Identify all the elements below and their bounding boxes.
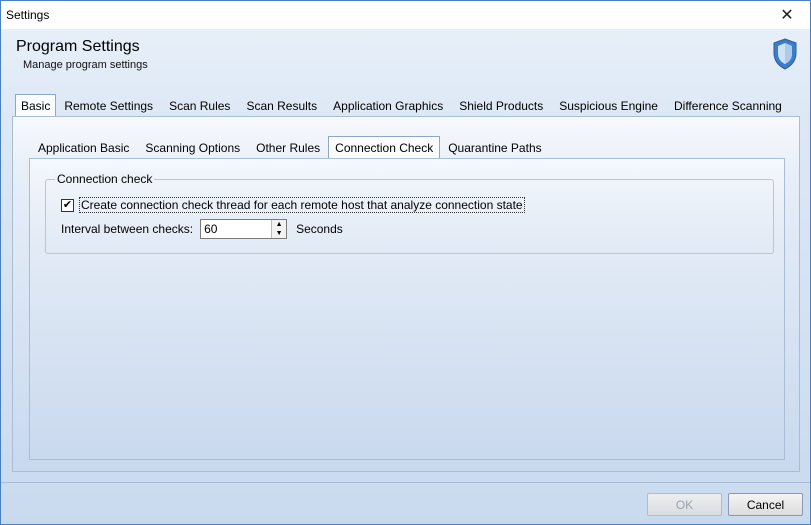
connection-check-option: ✔ Create connection check thread for eac…: [61, 197, 525, 213]
tab-quarantine-paths[interactable]: Quarantine Paths: [440, 137, 549, 159]
tab-application-graphics[interactable]: Application Graphics: [325, 95, 451, 117]
close-icon[interactable]: ✕: [764, 1, 810, 29]
connection-check-group: Connection check ✔ Create connection che…: [45, 172, 774, 254]
connection-thread-checkbox[interactable]: ✔: [61, 198, 74, 212]
interval-unit: Seconds: [296, 222, 343, 236]
footer-divider: [1, 482, 810, 483]
tab-difference-scanning[interactable]: Difference Scanning: [666, 95, 790, 117]
page-subtitle: Manage program settings: [23, 59, 148, 71]
outer-tab-strip: Basic Remote Settings Scan Rules Scan Re…: [15, 94, 790, 117]
interval-input[interactable]: 60: [201, 220, 271, 238]
tab-other-rules[interactable]: Other Rules: [248, 137, 328, 159]
group-label: Connection check: [55, 172, 155, 186]
interval-label: Interval between checks:: [61, 222, 194, 236]
cancel-button[interactable]: Cancel: [728, 493, 803, 516]
stepper-arrows: ▲ ▼: [271, 220, 287, 238]
basic-tab-panel: Application Basic Scanning Options Other…: [12, 116, 800, 472]
inner-tab-strip: Application Basic Scanning Options Other…: [30, 136, 550, 159]
tab-connection-check[interactable]: Connection Check: [328, 136, 441, 159]
tab-scanning-options[interactable]: Scanning Options: [137, 137, 248, 159]
window-title: Settings: [6, 8, 50, 22]
tab-shield-products[interactable]: Shield Products: [451, 95, 551, 117]
ok-button[interactable]: OK: [647, 493, 722, 516]
stepper-up-icon[interactable]: ▲: [272, 220, 286, 229]
tab-scan-rules[interactable]: Scan Rules: [161, 95, 238, 117]
header: Program Settings Manage program settings: [1, 29, 810, 85]
connection-check-panel: Connection check ✔ Create connection che…: [29, 158, 785, 460]
tab-remote-settings[interactable]: Remote Settings: [56, 95, 161, 117]
title-bar: Settings ✕: [1, 1, 810, 29]
tab-application-basic[interactable]: Application Basic: [30, 137, 137, 159]
stepper-down-icon[interactable]: ▼: [272, 229, 286, 238]
connection-thread-label[interactable]: Create connection check thread for each …: [79, 197, 525, 213]
tab-scan-results[interactable]: Scan Results: [238, 95, 325, 117]
tab-basic[interactable]: Basic: [15, 94, 57, 117]
settings-window: Settings ✕ Program Settings Manage progr…: [0, 0, 811, 525]
interval-stepper[interactable]: 60 ▲ ▼: [200, 219, 288, 239]
interval-row: Interval between checks: 60 ▲ ▼ Seconds: [61, 219, 343, 239]
tab-suspicious-engine[interactable]: Suspicious Engine: [551, 95, 666, 117]
page-title: Program Settings: [16, 38, 140, 55]
shield-icon: [773, 38, 797, 70]
